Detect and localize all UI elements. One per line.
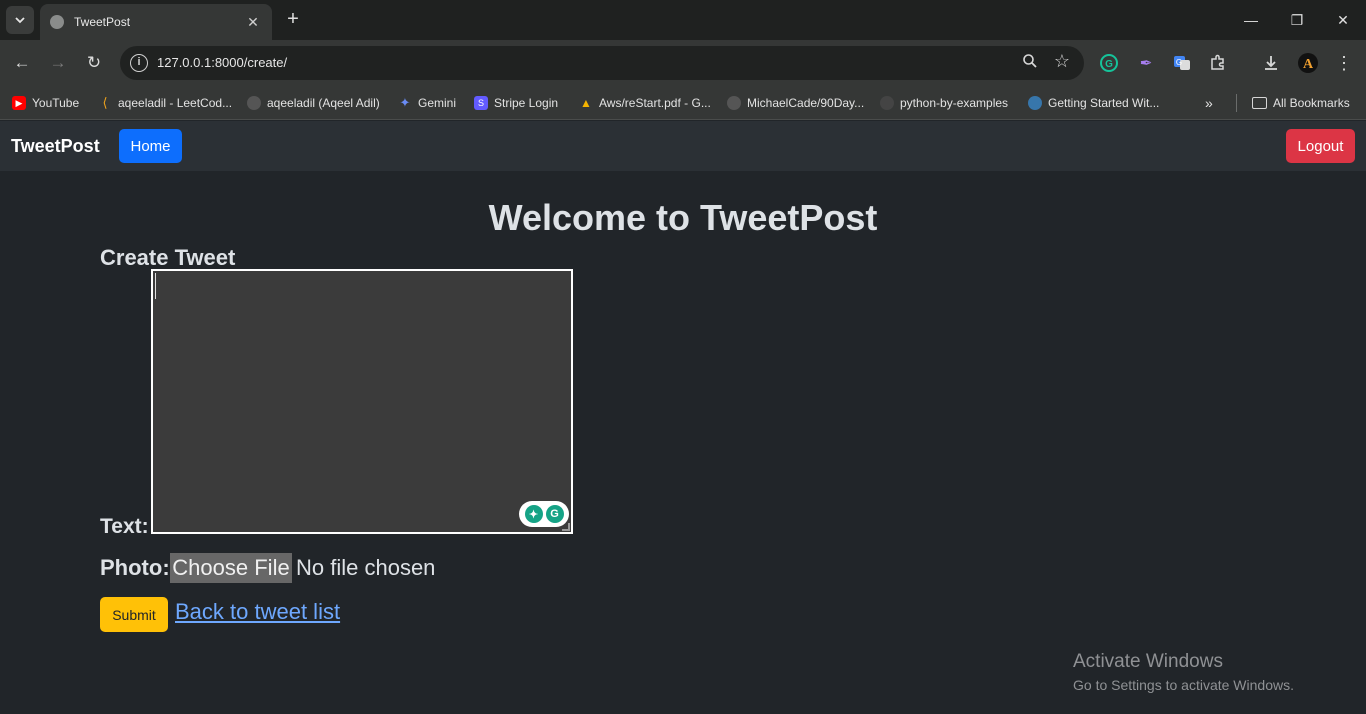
bookmark-label: MichaelCade/90Day...: [747, 96, 865, 110]
python-icon: [1028, 96, 1042, 110]
bookmark-label: aqeeladil (Aqeel Adil): [267, 96, 380, 110]
watermark-subtitle: Go to Settings to activate Windows.: [1073, 677, 1294, 693]
bookmarks-bar: ▶ YouTube ⟨ aqeeladil - LeetCod... aqeel…: [0, 86, 1366, 120]
more-bookmarks-chevron-icon[interactable]: »: [1205, 93, 1213, 113]
file-status-text: No file chosen: [296, 555, 436, 580]
bookmark-label: Getting Started Wit...: [1048, 96, 1160, 110]
new-tab-button[interactable]: +: [282, 8, 304, 32]
download-icon[interactable]: [1259, 51, 1283, 75]
reload-button[interactable]: ↻: [79, 48, 109, 78]
tab-strip: TweetPost ✕ + — ❐ ✕: [0, 0, 1366, 40]
all-bookmarks-label: All Bookmarks: [1273, 96, 1350, 110]
bookmark-label: Stripe Login: [494, 96, 559, 110]
grammarly-extension-icon[interactable]: G: [1097, 51, 1121, 75]
form-title: Create Tweet: [100, 245, 236, 270]
site-info-icon[interactable]: i: [130, 54, 148, 72]
text-caret: [155, 273, 156, 299]
bookmark-stripe[interactable]: S Stripe Login: [474, 93, 558, 113]
browser-toolbar: ← → ↻ i 127.0.0.1:8000/create/ ☆ G ✒ G A…: [0, 40, 1366, 86]
bookmark-gemini[interactable]: ✦ Gemini: [398, 93, 456, 113]
chevron-down-icon: [15, 17, 25, 24]
bookmark-star-icon[interactable]: ☆: [1054, 51, 1070, 72]
bookmark-youtube[interactable]: ▶ YouTube: [12, 93, 79, 113]
extensions-puzzle-icon[interactable]: [1206, 51, 1230, 75]
back-to-list-link[interactable]: Back to tweet list: [175, 599, 340, 625]
back-button[interactable]: ←: [7, 48, 37, 78]
text-field-label: Text:: [100, 515, 149, 538]
bookmark-label: Aws/reStart.pdf - G...: [599, 96, 711, 110]
logout-button[interactable]: Logout: [1286, 129, 1355, 163]
page-title: Welcome to TweetPost: [488, 197, 878, 238]
zoom-icon[interactable]: [1022, 53, 1038, 74]
svg-text:G: G: [1105, 59, 1113, 70]
all-bookmarks-folder[interactable]: All Bookmarks: [1252, 93, 1350, 113]
svg-text:G: G: [1176, 58, 1182, 67]
bookmark-label: python-by-examples: [900, 96, 1009, 110]
photo-field-label: Photo:: [100, 555, 170, 580]
bookmarks-divider: [1236, 94, 1237, 112]
page-content: TweetPost Home Logout Welcome to TweetPo…: [0, 121, 1366, 714]
globe-icon: [50, 15, 64, 29]
bookmark-leetcode[interactable]: ⟨ aqeeladil - LeetCod...: [98, 93, 232, 113]
svg-text:A: A: [1303, 57, 1314, 72]
stripe-icon: S: [474, 96, 488, 110]
bookmark-label: Gemini: [418, 96, 457, 110]
gemini-sparkle-icon: ✦: [399, 95, 411, 110]
github-icon: [247, 96, 261, 110]
youtube-icon: ▶: [12, 96, 26, 110]
drive-icon: ▲: [580, 96, 592, 110]
folder-icon: [1252, 97, 1267, 109]
choose-file-button[interactable]: Choose File: [170, 553, 292, 583]
windows-activation-watermark: Activate Windows Go to Settings to activ…: [1073, 651, 1294, 693]
tab-search-button[interactable]: [6, 6, 34, 34]
tab-title: TweetPost: [74, 15, 131, 29]
home-button[interactable]: Home: [119, 129, 182, 163]
url-text[interactable]: 127.0.0.1:8000/create/: [157, 55, 287, 70]
site-navbar: TweetPost Home Logout: [0, 121, 1366, 171]
github-icon: [727, 96, 741, 110]
watermark-title: Activate Windows: [1073, 651, 1223, 672]
site-brand[interactable]: TweetPost: [11, 136, 100, 157]
bookmark-github-aqeeladil[interactable]: aqeeladil (Aqeel Adil): [247, 93, 380, 113]
site-icon: [880, 96, 894, 110]
bookmark-aws-restart[interactable]: ▲ Aws/reStart.pdf - G...: [579, 93, 711, 113]
profile-avatar-icon[interactable]: A: [1296, 51, 1320, 75]
submit-button[interactable]: Submit: [100, 597, 168, 632]
resize-handle[interactable]: [562, 523, 570, 531]
bookmark-label: YouTube: [32, 96, 80, 110]
grammarly-g-icon[interactable]: G: [545, 505, 564, 523]
feather-extension-icon[interactable]: ✒: [1134, 51, 1158, 75]
close-window-button[interactable]: ✕: [1320, 0, 1366, 40]
bookmark-label: aqeeladil - LeetCod...: [118, 96, 233, 110]
bookmark-getting-started[interactable]: Getting Started Wit...: [1028, 93, 1159, 113]
close-tab-icon[interactable]: ✕: [244, 14, 262, 31]
minimize-button[interactable]: —: [1228, 0, 1274, 40]
menu-kebab-icon[interactable]: ⋮: [1332, 51, 1356, 75]
address-bar[interactable]: i 127.0.0.1:8000/create/ ☆: [120, 46, 1084, 80]
bookmark-michaelcade[interactable]: MichaelCade/90Day...: [727, 93, 864, 113]
active-tab[interactable]: TweetPost ✕: [40, 4, 272, 40]
leetcode-icon: ⟨: [102, 95, 108, 110]
tweet-text-input[interactable]: ✦ G: [151, 269, 573, 534]
bookmark-python-by-examples[interactable]: python-by-examples: [880, 93, 1008, 113]
restore-button[interactable]: ❐: [1274, 0, 1320, 40]
translate-extension-icon[interactable]: G: [1170, 51, 1194, 75]
grammarly-suggestion-icon[interactable]: ✦: [524, 505, 543, 523]
forward-button[interactable]: →: [43, 48, 73, 78]
